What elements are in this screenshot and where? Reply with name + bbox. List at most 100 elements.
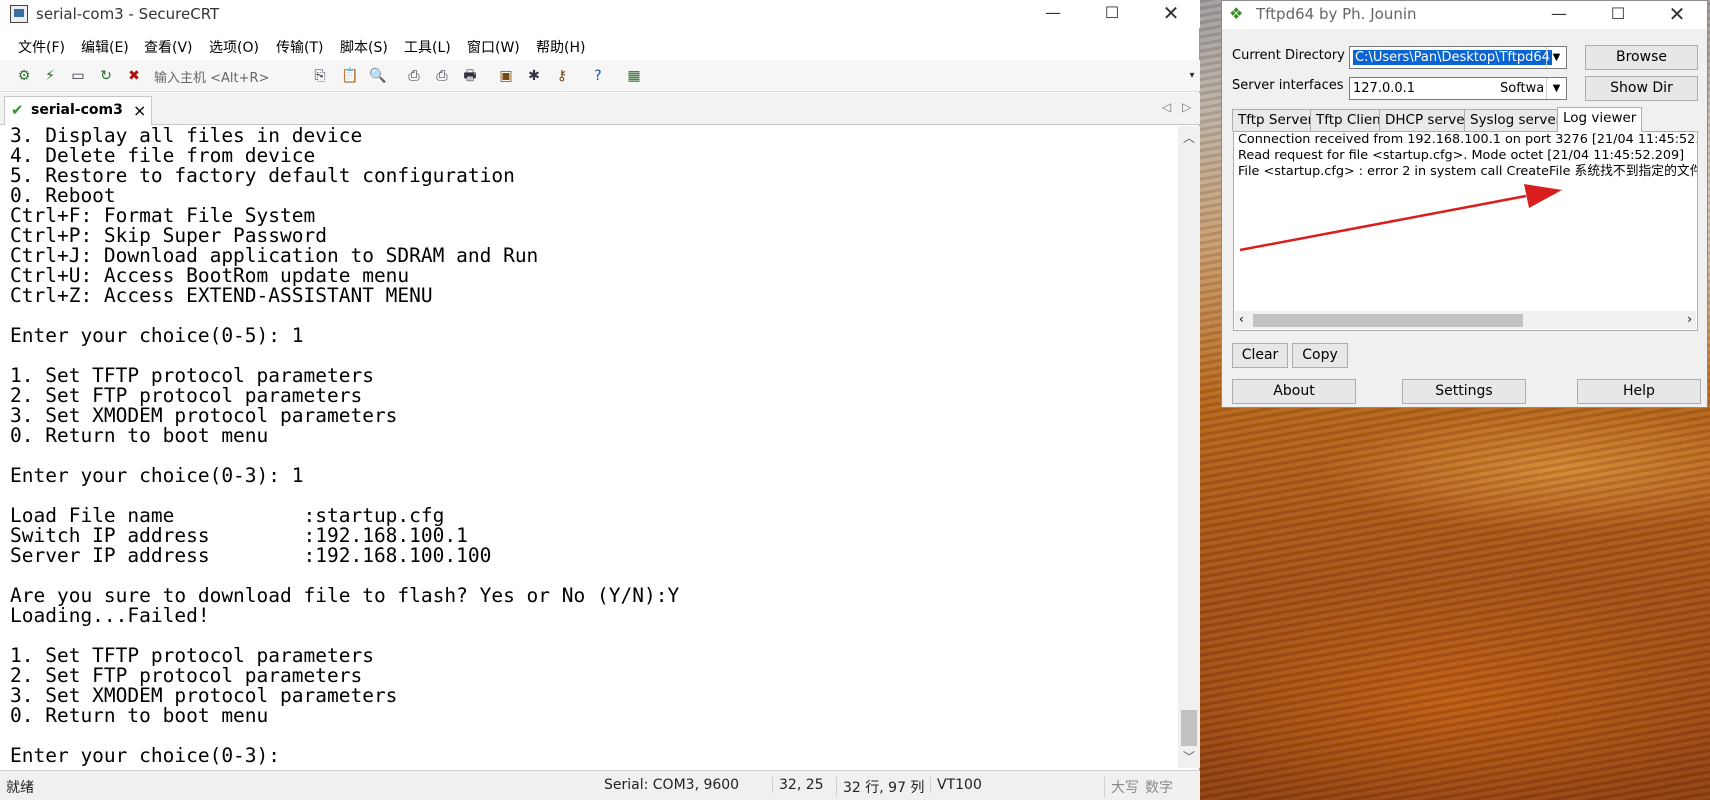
menubar: 文件(F) 编辑(E) 查看(V) 选项(O) 传输(T) 脚本(S) 工具(L… [0,33,1200,59]
tab-serial-com3[interactable]: ✔ serial-com3 × [4,96,152,125]
global-options-icon[interactable]: ✱ [524,66,544,86]
status-size: 32 行, 97 列 [836,777,924,797]
connect-icon[interactable]: ⚙ [14,66,34,86]
tab-syslog-server[interactable]: Syslog server [1464,109,1568,131]
menu-options[interactable]: 选项(O) [209,37,259,57]
terminal-line: Ctrl+J: Download application to SDRAM an… [10,244,539,267]
server-interfaces-combo[interactable]: 127.0.0.1 Software L ▼ [1349,77,1567,100]
current-directory-combo[interactable]: C:\Users\Pan\Desktop\Tftpd64 ▼ [1349,46,1567,69]
menu-edit[interactable]: 编辑(E) [81,37,129,57]
session-options-icon[interactable]: ▣ [496,66,516,86]
terminal-line: 2. Set FTP protocol parameters [10,664,363,687]
menu-tools[interactable]: 工具(L) [404,37,451,57]
terminal-line: 5. Restore to factory default configurat… [10,164,515,187]
terminal-line: Ctrl+P: Skip Super Password [10,224,327,247]
tftpd-titlebar[interactable]: ❖ Tftpd64 by Ph. Jounin — ☐ ✕ [1222,1,1707,29]
scroll-right-icon[interactable]: › [1687,312,1692,326]
tftpd-maximize-icon[interactable]: ☐ [1589,1,1647,29]
connect-tab-icon[interactable]: ▭ [68,66,88,86]
clear-button[interactable]: Clear [1232,343,1288,368]
menu-window[interactable]: 窗口(W) [467,37,520,57]
terminal-line: Load File name :startup.cfg [10,504,445,527]
terminal-line: 1. Set TFTP protocol parameters [10,364,374,387]
terminal-line: Ctrl+U: Access BootRom update menu [10,264,410,287]
terminal-line: 0. Return to boot menu [10,424,269,447]
screenshot-icon[interactable]: ▦ [624,66,644,86]
tftpd-close-icon[interactable]: ✕ [1648,1,1706,29]
log-hscroll-thumb[interactable] [1253,314,1523,327]
annotation-arrow-head [1524,184,1562,208]
terminal-line: 3. Set XMODEM protocol parameters [10,404,398,427]
terminal-scrollbar[interactable]: ︿ ﹀ [1178,126,1200,768]
close-icon[interactable]: ✕ [1142,0,1200,28]
chevron-down-icon[interactable]: ▼ [1546,47,1566,68]
toolbar-overflow-icon[interactable]: ▾ [1182,66,1202,86]
tab-next-icon[interactable]: ▷ [1182,100,1191,114]
tftpd-app-icon: ❖ [1229,4,1244,23]
log-hscrollbar[interactable]: ‹ › [1235,311,1696,329]
current-directory-value: C:\Users\Pan\Desktop\Tftpd64 [1353,50,1552,65]
menu-transfer[interactable]: 传输(T) [276,37,323,57]
scroll-down-icon[interactable]: ﹀ [1183,748,1195,765]
about-button[interactable]: About [1232,379,1356,404]
chevron-down-icon[interactable]: ▼ [1546,78,1566,99]
scrollbar-thumb[interactable] [1181,710,1197,746]
securecrt-app-icon [10,5,28,23]
print-icon[interactable]: ⎙ [404,66,424,86]
show-dir-button[interactable]: Show Dir [1585,76,1698,101]
print-setup-icon[interactable]: ⎙ [432,66,452,86]
menu-file[interactable]: 文件(F) [18,37,65,57]
paste-icon[interactable]: 📋 [340,66,360,86]
help-button[interactable]: Help [1577,379,1701,404]
terminal-line: Enter your choice(0-3): [10,744,281,767]
terminal-line: Enter your choice(0-5): 1 [10,324,304,347]
terminal-line: 4. Delete file from device [10,144,316,167]
terminal-line: 0. Return to boot menu [10,704,269,727]
tftpd-minimize-icon[interactable]: — [1530,1,1588,29]
status-cursor: 32, 25 [772,777,824,793]
copy-button[interactable]: Copy [1292,343,1348,368]
find-icon[interactable]: 🔍 [368,66,388,86]
print-screen-icon[interactable]: 🖶 [460,66,480,86]
securecrt-titlebar[interactable]: serial-com3 - SecureCRT — ☐ ✕ [0,0,1200,28]
disconnect-icon[interactable]: ✖ [124,66,144,86]
tab-log-viewer[interactable]: Log viewer [1557,107,1643,132]
tab-dhcp-server[interactable]: DHCP server [1379,109,1477,131]
minimize-icon[interactable]: — [1024,0,1082,28]
scroll-left-icon[interactable]: ‹ [1239,312,1244,326]
tab-prev-icon[interactable]: ◁ [1162,100,1171,114]
server-iface-name: Software L [1500,81,1545,96]
annotation-arrow [1239,184,1562,252]
terminal-line: Enter your choice(0-3): 1 [10,464,304,487]
scroll-up-icon[interactable]: ︿ [1183,129,1195,146]
settings-button[interactable]: Settings [1402,379,1526,404]
maximize-icon[interactable]: ☐ [1083,0,1141,28]
terminal-line: Are you sure to download file to flash? … [10,584,680,607]
browse-button[interactable]: Browse [1585,45,1698,70]
host-input[interactable]: 输入主机 <Alt+R> [154,67,296,86]
status-ready: 就绪 [6,780,34,796]
menu-help[interactable]: 帮助(H) [536,37,585,57]
keymap-icon[interactable]: ⚷ [552,66,572,86]
status-num: 数字 [1145,780,1173,796]
quick-connect-icon[interactable]: ⚡ [40,66,60,86]
terminal-line: Switch IP address :192.168.100.1 [10,524,468,547]
menu-view[interactable]: 查看(V) [144,37,193,57]
terminal-line: Ctrl+F: Format File System [10,204,316,227]
current-directory-label: Current Directory [1232,48,1345,63]
help-icon[interactable]: ? [588,66,608,86]
reconnect-icon[interactable]: ↻ [96,66,116,86]
copy-icon[interactable]: ⎘ [310,66,330,86]
terminal-output[interactable]: 3. Display all files in device 4. Delete … [0,126,1178,768]
terminal-line: 1. Set TFTP protocol parameters [10,644,374,667]
tab-close-icon[interactable]: × [133,101,146,120]
menu-script[interactable]: 脚本(S) [340,37,388,57]
tab-label: serial-com3 [31,102,123,118]
tftpd-window-title: Tftpd64 by Ph. Jounin [1256,5,1417,23]
tab-tftp-server[interactable]: Tftp Server [1232,109,1320,131]
